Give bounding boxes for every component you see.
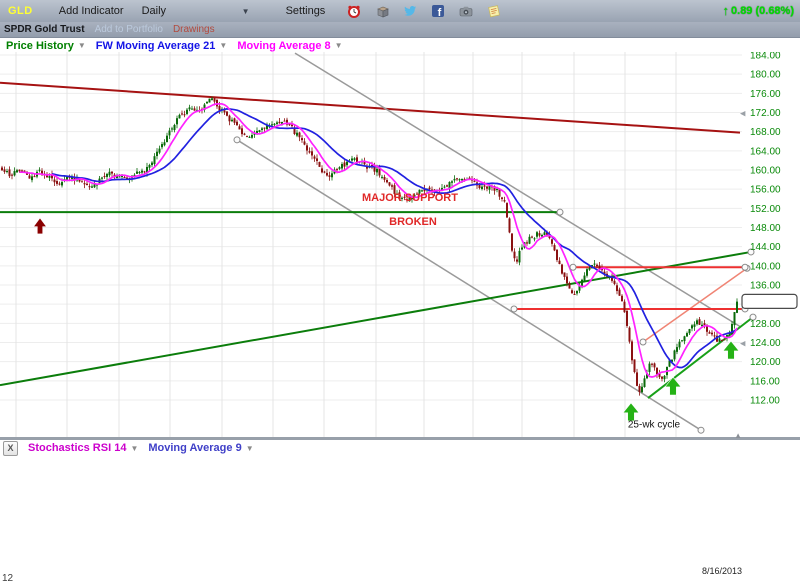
close-indicator-button[interactable]: X <box>3 441 18 456</box>
toolbar-icons: f <box>347 4 501 18</box>
chevron-down-icon: ▼ <box>130 444 138 453</box>
chart-annotation: BROKEN <box>389 216 437 228</box>
trendline-handle[interactable] <box>742 264 748 270</box>
price-change-value: 0.89 (0.68%) <box>731 5 794 17</box>
price-axis-label: 168.00 <box>750 127 781 138</box>
price-axis-label: 148.00 <box>750 223 781 234</box>
up-arrow-icon: ↑ <box>723 6 730 16</box>
price-axis: 184.00 180.00 176.00 172.00 168.00 164.00 160.… <box>740 52 797 407</box>
ma9-label: Moving Average 9 <box>148 442 241 454</box>
divider-grip-icon[interactable]: ▲ <box>734 431 742 440</box>
stochastics-dropdown[interactable]: Stochastics RSI 14 ▼ <box>28 442 138 454</box>
trendline-handle[interactable] <box>570 264 576 270</box>
ma21-label: FW Moving Average 21 <box>96 40 216 52</box>
green-up-arrow-3 <box>723 341 739 359</box>
indicator-pane-header: X Stochastics RSI 14 ▼ Moving Average 9 … <box>0 440 800 456</box>
candles <box>1 97 738 396</box>
ma8-dropdown[interactable]: Moving Average 8 ▼ <box>237 40 342 52</box>
price-axis-label: 136.00 <box>750 281 781 292</box>
trendline-handle[interactable] <box>698 427 704 433</box>
year-left-label: 12 <box>2 573 13 584</box>
long-term-resistance-line <box>0 83 740 133</box>
timeframe-dropdown[interactable]: Daily ▼ <box>136 5 256 17</box>
gray-channel-upper-line <box>295 53 741 327</box>
axis-marker-icon: ◀ <box>740 111 746 118</box>
timeframe-value: Daily <box>142 5 166 17</box>
price-axis-label: 184.00 <box>750 52 781 62</box>
chart-annotation: MAJOR SUPPORT <box>362 192 458 204</box>
chart-annotation: 25-wk cycle <box>628 419 681 430</box>
charting-application: GLD Add Indicator Daily ▼ Settings f <box>0 0 800 584</box>
drawings-link[interactable]: Drawings <box>173 24 215 35</box>
price-axis-label: 116.00 <box>750 376 780 387</box>
chevron-down-icon: ▼ <box>242 7 250 16</box>
camera-icon[interactable] <box>459 4 473 18</box>
price-history-label: Price History <box>6 40 74 52</box>
ma9-dropdown[interactable]: Moving Average 9 ▼ <box>148 442 253 454</box>
price-axis-label: 152.00 <box>750 204 781 215</box>
stochastics-chart[interactable] <box>0 456 800 558</box>
notes-icon[interactable] <box>487 4 501 18</box>
price-history-dropdown[interactable]: Price History ▼ <box>6 40 86 52</box>
price-axis-label: 176.00 <box>750 89 781 100</box>
toolbar: GLD Add Indicator Daily ▼ Settings f <box>0 0 800 23</box>
ma8-label: Moving Average 8 <box>237 40 330 52</box>
add-indicator-button[interactable]: Add Indicator <box>47 5 136 17</box>
facebook-letter: f <box>438 7 442 18</box>
facebook-icon[interactable]: f <box>431 4 445 18</box>
price-axis-label: 144.00 <box>750 242 781 253</box>
alarm-clock-icon[interactable] <box>347 4 361 18</box>
symbol-label: GLD <box>8 5 33 17</box>
price-pane-header: Price History ▼ FW Moving Average 21 ▼ M… <box>0 38 800 53</box>
stochastics-label: Stochastics RSI 14 <box>28 442 126 454</box>
price-change: ↑ 0.89 (0.68%) <box>723 5 794 17</box>
twitter-icon[interactable] <box>403 4 417 18</box>
trendline-handle[interactable] <box>511 306 517 312</box>
green-up-arrow-2 <box>665 377 681 395</box>
price-axis-label: 164.00 <box>750 146 781 157</box>
symbol-name-label: SPDR Gold Trust <box>4 24 85 35</box>
axis-marker-icon: ◀ <box>740 341 746 348</box>
price-axis-label: 172.00 <box>750 108 781 119</box>
cube-icon[interactable] <box>375 4 389 18</box>
add-to-portfolio-link[interactable]: Add to Portfolio <box>95 24 163 35</box>
price-axis-label: 124.00 <box>750 338 781 349</box>
price-axis-label: 112.00 <box>750 396 780 407</box>
price-axis-label: 140.00 <box>750 261 781 272</box>
settings-button[interactable]: Settings <box>274 5 338 17</box>
trendline-handle[interactable] <box>640 339 646 345</box>
chevron-down-icon: ▼ <box>335 41 343 50</box>
price-axis-label: 128.00 <box>750 319 781 330</box>
maroon-up-arrow <box>34 218 47 234</box>
time-axis: 12 8/16/2013 <box>0 557 800 584</box>
grid-lines <box>0 52 742 437</box>
ma21-dropdown[interactable]: FW Moving Average 21 ▼ <box>96 40 228 52</box>
chevron-down-icon: ▼ <box>219 41 227 50</box>
price-axis-label: 180.00 <box>750 70 781 81</box>
chevron-down-icon: ▼ <box>78 41 86 50</box>
trendline-handle[interactable] <box>234 137 240 143</box>
current-price-box <box>742 294 797 308</box>
price-axis-label: 120.00 <box>750 357 781 368</box>
date-label: 8/16/2013 <box>702 566 742 576</box>
symbol-subheader: SPDR Gold Trust Add to Portfolio Drawing… <box>0 22 800 38</box>
trendline-handle[interactable] <box>557 209 563 215</box>
price-axis-label: 160.00 <box>750 166 781 177</box>
chevron-down-icon: ▼ <box>246 444 254 453</box>
price-axis-label: 156.00 <box>750 185 781 196</box>
price-chart[interactable]: MAJOR SUPPORT BROKEN 25-wk cycle 184.00 180.… <box>0 52 800 437</box>
